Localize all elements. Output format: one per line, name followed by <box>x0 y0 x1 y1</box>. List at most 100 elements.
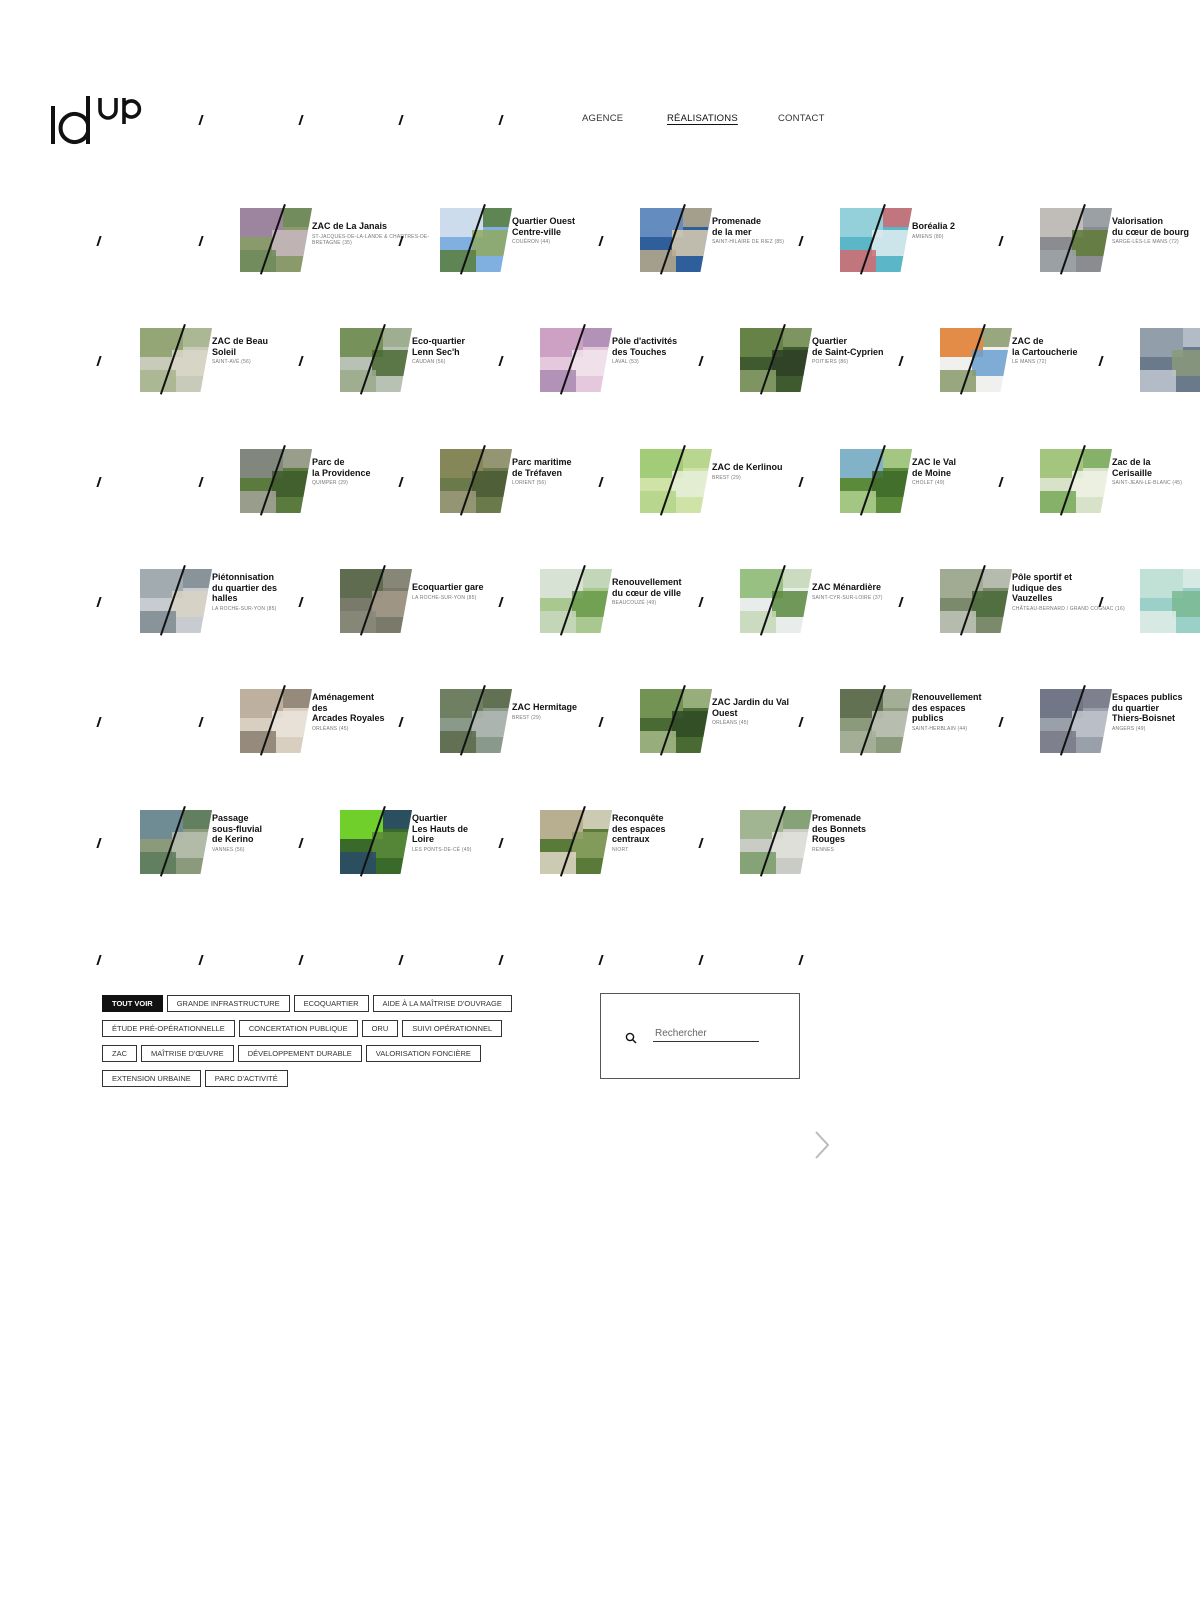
search-box <box>600 993 800 1079</box>
divider-slash <box>498 955 504 965</box>
filter-tag[interactable]: MAÎTRISE D'ŒUVRE <box>141 1045 234 1062</box>
filter-tag[interactable]: ECOQUARTIER <box>293 995 369 1012</box>
project-location: SAINT-CYR-SUR-LOIRE (37) <box>812 594 883 601</box>
project-caption: Pôle sportif et ludique des Vauzelles CHÂTE… <box>1012 572 1130 612</box>
project-card[interactable]: Espaces publics du quartier Thiers-Boisnet… <box>1040 685 1200 757</box>
divider-slash <box>96 955 102 965</box>
project-caption: Parc de la Providence QUIMPER (29) <box>312 457 430 487</box>
project-title-line: la Providence <box>312 467 371 478</box>
project-caption: Pôle d'activités des Touches LAVAL (53) <box>612 336 730 366</box>
project-title-line: Centre-ville <box>512 226 562 237</box>
project-title-line: Parc de <box>312 457 345 467</box>
filter-tag[interactable]: AIDE À LA MAÎTRISE D'OUVRAGE <box>372 995 512 1012</box>
search-input[interactable] <box>653 1026 759 1042</box>
project-caption: Quartier de Saint-Cyprien POITIERS (86) <box>812 336 930 366</box>
project-title-line: du quartier <box>1112 702 1160 713</box>
filter-tag[interactable]: CONCERTATION PUBLIQUE <box>238 1020 358 1037</box>
project-title-line: publics <box>912 713 944 723</box>
project-caption: Espaces publics du quartier Thiers-Boisnet… <box>1112 692 1200 732</box>
project-title-line: ZAC Jardin du Val <box>712 697 790 707</box>
project-location: BREST (29) <box>712 474 741 481</box>
project-location: SAINT-AVÉ (56) <box>212 359 251 365</box>
project-location: BEAUCOUZÉ (49) <box>612 600 657 606</box>
project-location: LE MANS (72) <box>1012 359 1047 365</box>
project-title-line: Valorisation <box>1112 216 1164 226</box>
project-card[interactable]: Zac de la Cerisaille SAINT-JEAN-LE-BLANC (… <box>1040 445 1200 517</box>
project-location: CHOLET (49) <box>912 480 945 486</box>
project-caption: ZAC de Kerlinou BREST (29) <box>712 462 830 481</box>
filter-tag[interactable]: ORU <box>361 1020 399 1037</box>
project-title-line: de la mer <box>712 226 752 237</box>
filter-tag[interactable]: DÉVELOPPEMENT DURABLE <box>237 1045 362 1062</box>
project-thumbnail <box>240 449 312 513</box>
divider-slash <box>198 115 204 125</box>
divider-slash <box>198 717 204 727</box>
project-title: Renouvellement des espaces publics <box>912 692 1030 724</box>
project-title-line: Zac de la <box>1112 457 1151 467</box>
project-title-line: ZAC Ménardière <box>812 582 882 592</box>
filter-tag[interactable]: VALORISATION FONCIÈRE <box>365 1045 481 1062</box>
project-caption: Passage sous-fluvial de Kerino VANNES (56) <box>212 813 330 853</box>
project-thumbnail <box>140 810 212 874</box>
filter-tag[interactable]: TOUT VOIR <box>102 995 163 1012</box>
project-title-line: ZAC de La Janais <box>312 221 388 231</box>
filter-tag[interactable]: EXTENSION URBAINE <box>102 1070 201 1087</box>
project-location: BREST (29) <box>512 714 541 721</box>
project-title: Parc maritime de Tréfaven <box>512 457 630 478</box>
project-location: LA ROCHE-SUR-YON (85) <box>212 605 277 612</box>
project-caption: Quartier Ouest Centre-ville COUËRON (44) <box>512 216 630 246</box>
project-card[interactable] <box>1140 326 1200 396</box>
project-card[interactable] <box>1140 567 1200 637</box>
filter-tag[interactable]: ZAC <box>102 1045 137 1062</box>
project-title-line: Pôle sportif et <box>1012 572 1073 582</box>
project-caption: ZAC le Val de Moine CHOLET (49) <box>912 457 1030 487</box>
project-thumbnail <box>1140 328 1200 392</box>
project-thumbnail <box>540 810 612 874</box>
project-title: ZAC de Kerlinou <box>712 462 830 473</box>
filter-tag[interactable]: GRANDE INFRASTRUCTURE <box>166 995 290 1012</box>
filter-tag[interactable]: ÉTUDE PRÉ-OPÉRATIONNELLE <box>102 1020 235 1037</box>
project-thumbnail <box>1040 689 1112 753</box>
project-location: ORLÉANS (45) <box>712 720 749 726</box>
project-title-line: Renouvellement <box>612 577 682 587</box>
project-thumbnail <box>340 810 412 874</box>
project-caption: ZAC de Beau Soleil SAINT-AVÉ (56) <box>212 336 330 366</box>
project-title-line: ludique des <box>1012 582 1063 593</box>
nav-item-contact[interactable]: CONTACT <box>778 113 825 124</box>
nav-item-agence[interactable]: AGENCE <box>582 113 623 124</box>
divider-slash <box>198 955 204 965</box>
nav-item-ralisations[interactable]: RÉALISATIONS <box>667 113 738 124</box>
project-card[interactable]: Promenade des Bonnets Rouges RENNES <box>740 806 930 878</box>
logo[interactable] <box>48 88 150 148</box>
filter-tag[interactable]: PARC D'ACTIVITÉ <box>204 1070 288 1087</box>
project-thumbnail <box>440 449 512 513</box>
chevron-right-icon[interactable] <box>812 1130 832 1160</box>
divider-slash <box>96 477 102 487</box>
project-title: Ecoquartier gare <box>412 582 530 593</box>
project-title-line: Thiers-Boisnet <box>1112 713 1176 723</box>
divider-slash <box>298 955 304 965</box>
project-title: Quartier Ouest Centre-ville <box>512 216 630 237</box>
project-location: QUIMPER (29) <box>312 480 349 486</box>
project-thumbnail <box>940 569 1012 633</box>
project-title-line: halles <box>212 593 238 603</box>
project-location: CAUDAN (56) <box>412 359 446 365</box>
project-card[interactable]: Valorisation du cœur de bourg SARGÉ-LÈS-LE… <box>1040 204 1200 276</box>
project-caption: Zac de la Cerisaille SAINT-JEAN-LE-BLANC (… <box>1112 457 1200 487</box>
search-icon[interactable] <box>625 1032 637 1044</box>
project-caption: Reconquête des espaces centraux NIORT <box>612 813 730 853</box>
project-title: Passage sous-fluvial de Kerino <box>212 813 330 845</box>
project-title-line: du cœur de ville <box>612 587 682 598</box>
project-title-line: ZAC de <box>1012 336 1044 346</box>
divider-slash <box>598 955 604 965</box>
project-thumbnail <box>740 569 812 633</box>
project-location: VANNES (56) <box>212 846 245 853</box>
project-caption: ZAC de la Cartoucherie LE MANS (72) <box>1012 336 1130 366</box>
project-thumbnail <box>340 328 412 392</box>
project-location: LES PONTS-DE-CÉ (49) <box>412 846 472 853</box>
filter-tag[interactable]: SUIVI OPÉRATIONNEL <box>402 1020 503 1037</box>
project-title: Eco-quartier Lenn Sec'h <box>412 336 530 357</box>
project-thumbnail <box>1040 449 1112 513</box>
project-title-line: la Cartoucherie <box>1012 346 1078 357</box>
divider-slash <box>96 597 102 607</box>
